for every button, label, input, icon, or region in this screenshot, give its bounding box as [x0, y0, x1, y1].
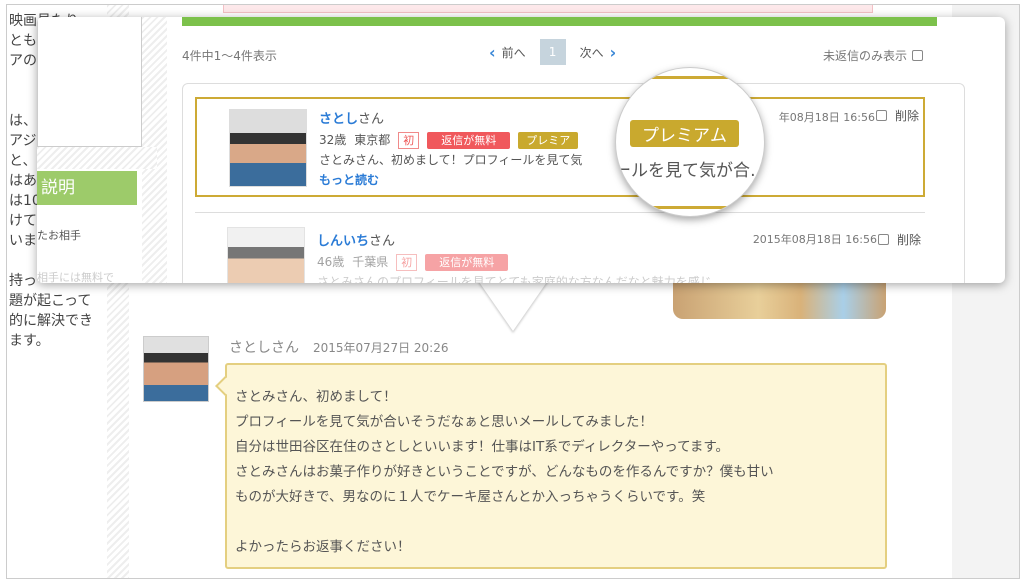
- free-reply-badge: 返信が無料: [425, 253, 509, 271]
- message-preview: さとみさん、初めまして！プロフィールを見て気: [319, 153, 583, 167]
- read-more-link[interactable]: もっと読む: [319, 170, 582, 190]
- first-badge: 初: [396, 253, 418, 271]
- honorific: さん: [369, 234, 396, 249]
- unreplied-label: 未返信のみ表示: [823, 49, 908, 63]
- left-text: たお相手: [37, 229, 81, 242]
- preview-zoomed: ールを見て気が合…: [615, 161, 765, 181]
- page: 映画見たりともアの は、アジと、はあは10けていま 持っ題が起こって的に解決でき…: [6, 4, 1020, 579]
- premium-badge-zoomed: プレミアム: [630, 120, 739, 147]
- left-text-faded: 相手には無料で: [37, 271, 114, 283]
- background-text-line: 題が起こって: [9, 293, 92, 309]
- age: 32歳: [319, 133, 347, 147]
- avatar[interactable]: [229, 109, 307, 187]
- unreplied-checkbox[interactable]: [912, 50, 924, 61]
- honorific: さん: [358, 112, 385, 127]
- first-badge: 初: [398, 131, 420, 149]
- chevron-right-icon[interactable]: ›: [610, 43, 617, 62]
- free-reply-badge: 返信が無料: [427, 131, 511, 149]
- select-checkbox[interactable]: [877, 234, 889, 245]
- message-list-callout: 説明 たお相手 相手には無料で 4件中1〜4件表示 ‹ 前へ 1 次へ › 未返…: [37, 17, 1005, 283]
- user-name[interactable]: さとし: [319, 112, 358, 127]
- sender-avatar[interactable]: [143, 336, 209, 402]
- message-date: 2015年07月27日 20:26: [313, 341, 449, 355]
- item-date: 2015年08月18日 16:56: [752, 233, 877, 246]
- item-date: 年08月18日 16:56: [778, 111, 875, 124]
- message-bubble: さとみさん、初めまして！ プロフィールを見て気が合いそうだなぁと思いメールしてみ…: [225, 363, 887, 569]
- message-list: さとしさん 32歳 東京都 初 返信が無料 プレミア さとみさん、初めまして！プ…: [182, 83, 965, 283]
- gold-border: [616, 76, 764, 79]
- unreplied-filter[interactable]: 未返信のみ表示: [823, 47, 924, 64]
- sender-name: さとしさん: [229, 340, 299, 356]
- select-checkbox[interactable]: [875, 110, 887, 121]
- delete-label[interactable]: 削除: [895, 107, 919, 124]
- prefecture: 東京都: [354, 133, 391, 147]
- background-text-line: 的に解決でき: [9, 313, 93, 329]
- page-1[interactable]: 1: [539, 39, 566, 65]
- prev-link[interactable]: 前へ: [502, 44, 526, 61]
- sweets-photo: [673, 279, 886, 319]
- background-text-line: ます。: [9, 333, 50, 349]
- chevron-left-icon[interactable]: ‹: [489, 43, 496, 62]
- prefecture: 千葉県: [352, 255, 389, 269]
- age: 46歳: [317, 255, 345, 269]
- user-name[interactable]: しんいち: [317, 234, 369, 249]
- gold-border: [616, 206, 764, 209]
- left-box: [37, 17, 142, 147]
- green-header-bar: [182, 17, 937, 26]
- result-count: 4件中1〜4件表示: [182, 49, 277, 63]
- callout-pointer: [477, 279, 549, 331]
- magnifier-lens: プレミアム ールを見て気が合…: [615, 67, 765, 217]
- hatch: [37, 147, 157, 169]
- pagination: ‹ 前へ 1 次へ ›: [489, 39, 616, 65]
- background-pink-bar: [223, 5, 873, 13]
- premium-badge: プレミア: [518, 131, 579, 149]
- list-item[interactable]: しんいちさん 46歳 千葉県 初 返信が無料 さとみさんのプロフィールを見てとて…: [195, 212, 925, 283]
- next-link[interactable]: 次へ: [580, 44, 604, 61]
- list-item[interactable]: さとしさん 32歳 東京都 初 返信が無料 プレミア さとみさん、初めまして！プ…: [195, 97, 925, 197]
- delete-label[interactable]: 削除: [897, 231, 921, 248]
- avatar[interactable]: [227, 227, 305, 283]
- message-preview: さとみさんのプロフィールを見てとても家庭的な方なんだなと魅力を感じ: [317, 275, 712, 283]
- section-heading: 説明: [37, 171, 137, 205]
- message-header: さとしさん 2015年07月27日 20:26: [229, 337, 448, 357]
